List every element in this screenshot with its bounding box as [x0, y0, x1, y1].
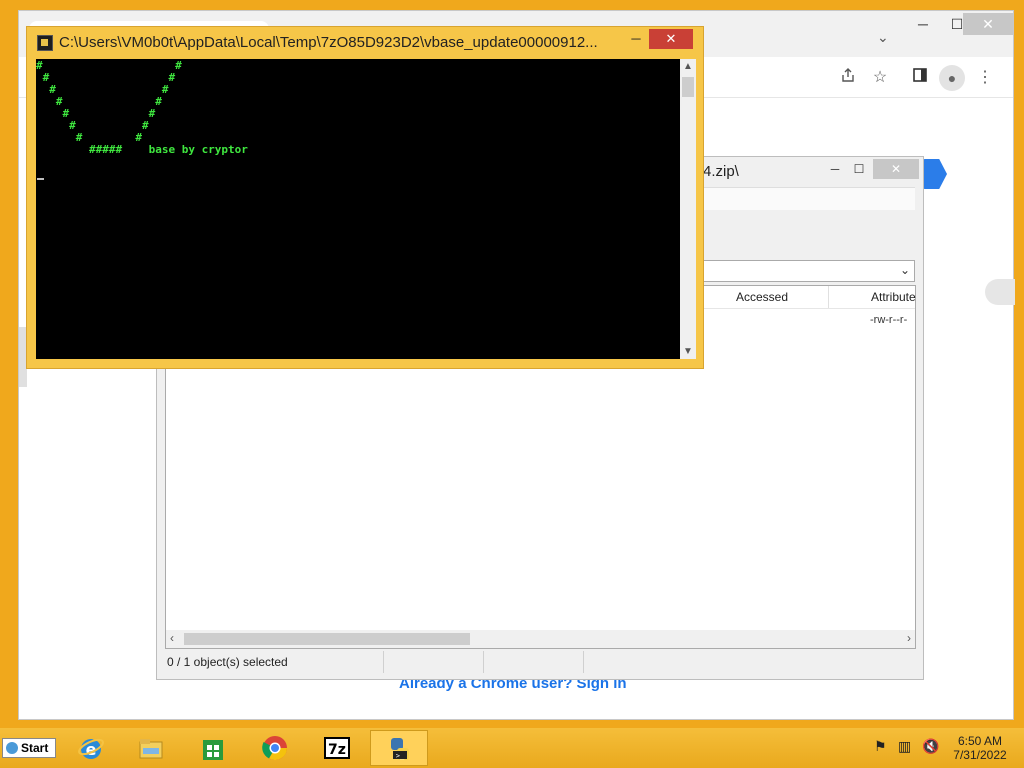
console-vertical-scrollbar[interactable]: ▲ ▼	[680, 59, 696, 359]
column-attributes-label: Attribute	[871, 290, 916, 304]
column-attributes[interactable]: Attribute	[828, 286, 917, 308]
console-minimize-button[interactable]: ─	[621, 29, 651, 49]
scroll-up-icon[interactable]: ▲	[683, 61, 693, 72]
selection-status: 0 / 1 object(s) selected	[167, 655, 288, 669]
blue-arrow-chip	[921, 159, 947, 189]
volume-muted-icon[interactable]: 🔇	[922, 738, 939, 755]
python-icon: >_	[391, 738, 409, 760]
chrome-close-button[interactable]: ✕	[963, 13, 1013, 35]
taskbar-internet-explorer[interactable]: e	[62, 730, 120, 766]
chrome-icon	[262, 736, 287, 761]
taskbar-7zip[interactable]: 7z	[308, 730, 366, 766]
status-divider	[583, 651, 584, 673]
status-divider	[383, 651, 384, 673]
console-close-button[interactable]: ✕	[649, 29, 693, 49]
star-icon[interactable]: ☆	[869, 67, 891, 89]
row-attributes-cell[interactable]: -rw-r--r-	[870, 314, 907, 326]
sevenzip-title: 4.zip\	[703, 163, 739, 180]
console-app-icon	[37, 35, 53, 51]
taskbar-python[interactable]: >_	[370, 730, 428, 766]
start-button[interactable]: Start	[2, 738, 56, 758]
console-title: C:\Users\VM0b0t\AppData\Local\Temp\7zO85…	[59, 34, 598, 51]
menu-kebab-icon[interactable]: ⋮	[974, 67, 996, 89]
start-label: Start	[21, 741, 49, 755]
profile-avatar-icon[interactable]: ●	[939, 65, 965, 91]
start-orb-icon	[6, 742, 18, 754]
page-side-widget	[985, 279, 1015, 305]
action-center-flag-icon[interactable]: ⚑	[874, 738, 887, 755]
7zip-icon: 7z	[324, 737, 350, 759]
svg-text:7z: 7z	[328, 742, 346, 758]
console-window: C:\Users\VM0b0t\AppData\Local\Temp\7zO85…	[26, 26, 704, 369]
share-icon[interactable]	[837, 67, 859, 89]
system-clock[interactable]: 6:50 AM 7/31/2022	[940, 734, 1020, 762]
console-cursor	[37, 178, 44, 180]
scroll-down-icon[interactable]: ▼	[683, 346, 693, 357]
scrollbar-thumb[interactable]	[184, 633, 470, 645]
console-screen[interactable]: # # # # # # # # # # # # # # ##### base b…	[36, 59, 680, 359]
taskbar-store[interactable]	[184, 730, 242, 766]
taskbar: Start e 7z >_ ⚑ ▥ 🔇 6:50 AM 7/31/2022	[0, 728, 1024, 768]
side-panel-icon[interactable]	[909, 67, 931, 89]
clock-time: 6:50 AM	[957, 734, 1003, 748]
tab-search-chevron-icon[interactable]: ⌄	[877, 29, 889, 46]
folder-icon	[139, 739, 163, 759]
chevron-down-icon[interactable]: ⌄	[900, 263, 910, 277]
store-icon	[203, 740, 223, 760]
scroll-left-icon[interactable]: ‹	[170, 631, 174, 645]
column-accessed-label: Accessed	[736, 290, 789, 304]
sevenzip-close-button[interactable]: ✕	[873, 159, 919, 179]
console-output: # # # # # # # # # # # # # # ##### base b…	[36, 59, 248, 156]
scroll-right-icon[interactable]: ›	[907, 631, 911, 645]
sevenzip-maximize-button[interactable]: ☐	[845, 159, 873, 179]
taskbar-file-explorer[interactable]	[122, 730, 180, 766]
taskbar-chrome[interactable]	[246, 730, 304, 766]
status-divider	[483, 651, 484, 673]
network-icon[interactable]: ▥	[898, 738, 911, 755]
internet-explorer-icon: e	[78, 738, 104, 759]
console-scrollbar-thumb[interactable]	[682, 77, 694, 97]
clock-date: 7/31/2022	[953, 748, 1007, 762]
horizontal-scrollbar[interactable]: ‹ ›	[166, 630, 915, 648]
status-bar: 0 / 1 object(s) selected	[165, 651, 916, 673]
column-accessed[interactable]: Accessed	[698, 286, 828, 308]
svg-text:>_: >_	[396, 752, 405, 760]
